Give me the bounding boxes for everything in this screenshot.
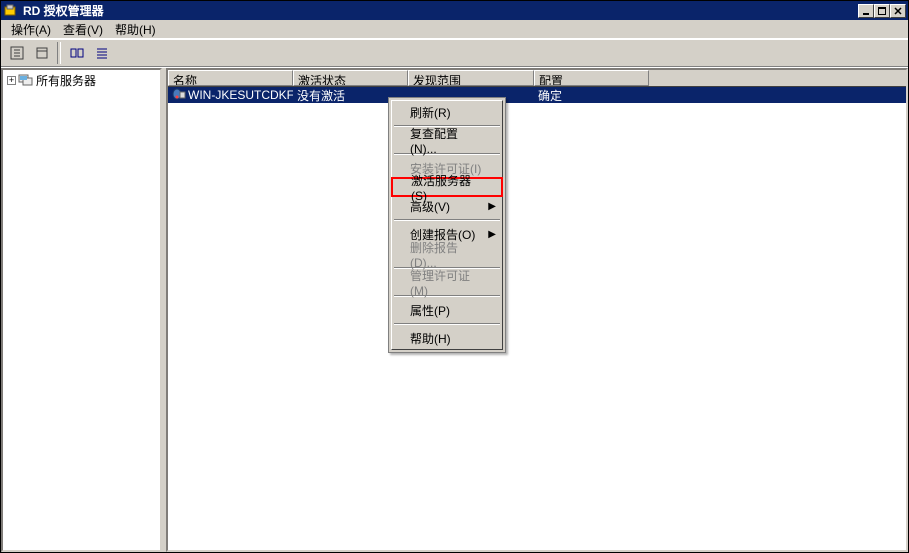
menu-separator: [394, 219, 500, 221]
list-pane: 名称 激活状态 发现范围 配置 WIN-JKESUTCDKFE 没有激活 确定: [166, 68, 908, 552]
list-body[interactable]: WIN-JKESUTCDKFE 没有激活 确定: [168, 87, 906, 103]
toolbar-button-3[interactable]: [65, 42, 88, 64]
tree-root-row[interactable]: + 所有服务器: [3, 70, 160, 91]
menu-help[interactable]: 帮助(H): [109, 19, 162, 40]
context-menu-item[interactable]: 高级(V)▶: [392, 196, 502, 216]
context-menu-item[interactable]: 属性(P): [392, 300, 502, 320]
col-config[interactable]: 配置: [534, 70, 649, 86]
toolbar-button-4[interactable]: [90, 42, 113, 64]
list-row[interactable]: WIN-JKESUTCDKFE 没有激活 确定: [168, 87, 906, 103]
tree-pane[interactable]: + 所有服务器: [1, 68, 162, 552]
cell-name-text: WIN-JKESUTCDKFE: [188, 88, 293, 102]
toolbar-button-2[interactable]: [30, 42, 53, 64]
submenu-arrow-icon: ▶: [488, 229, 496, 240]
context-menu-item[interactable]: 复查配置(N)...: [392, 130, 502, 150]
toolbar-separator: [57, 42, 61, 64]
servers-icon: [18, 72, 34, 89]
expand-icon[interactable]: +: [7, 76, 16, 85]
col-status[interactable]: 激活状态: [293, 70, 408, 86]
window-title: RD 授权管理器: [23, 2, 858, 19]
app-icon: [3, 3, 19, 19]
menu-separator: [394, 323, 500, 325]
menu-view[interactable]: 查看(V): [57, 19, 109, 40]
toolbar-button-1[interactable]: [5, 42, 28, 64]
col-scope[interactable]: 发现范围: [408, 70, 534, 86]
close-button[interactable]: [890, 4, 906, 18]
cell-name: WIN-JKESUTCDKFE: [168, 88, 293, 103]
submenu-arrow-icon: ▶: [488, 201, 496, 212]
menu-bar: 操作(A) 查看(V) 帮助(H): [1, 20, 908, 39]
title-bar: RD 授权管理器: [1, 1, 908, 20]
menu-action[interactable]: 操作(A): [5, 19, 57, 40]
context-menu-item[interactable]: 帮助(H): [392, 328, 502, 348]
context-menu-item[interactable]: 激活服务器(S): [391, 177, 503, 197]
context-menu-item[interactable]: 刷新(R): [392, 102, 502, 122]
list-header: 名称 激活状态 发现范围 配置: [168, 70, 906, 87]
context-menu-item: 管理许可证(M): [392, 272, 502, 292]
tree-root-label: 所有服务器: [36, 72, 96, 89]
minimize-button[interactable]: [858, 4, 874, 18]
maximize-button[interactable]: [874, 4, 890, 18]
cell-config: 确定: [534, 87, 649, 104]
context-menu: 刷新(R)复查配置(N)...安装许可证(I)激活服务器(S)高级(V)▶创建报…: [388, 97, 506, 353]
context-menu-item: 删除报告(D)...: [392, 244, 502, 264]
server-icon: [172, 88, 186, 103]
toolbar: [1, 39, 908, 67]
col-name[interactable]: 名称: [168, 70, 293, 86]
window-controls: [858, 4, 906, 18]
